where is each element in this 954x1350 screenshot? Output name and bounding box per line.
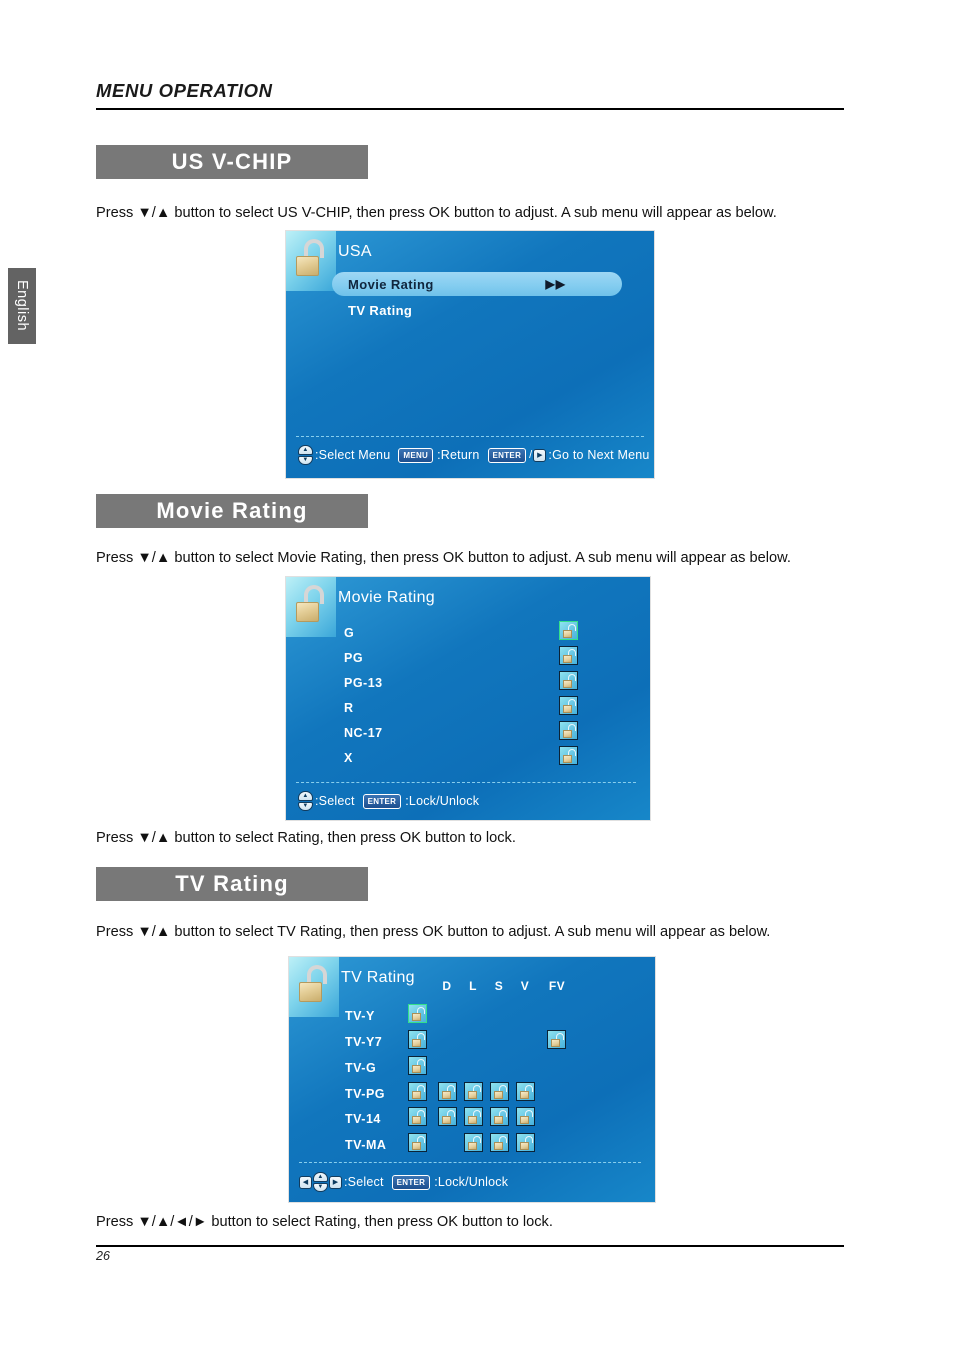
osd-panel-movie-rating: Movie Rating G PG PG-13 R NC-17 X ▲ ▼ :Se…	[286, 577, 650, 820]
column-header-l: L	[469, 979, 477, 993]
up-down-key-icon: ▲ ▼	[313, 1172, 328, 1192]
section-title-movie-rating: Movie Rating	[96, 494, 368, 528]
osd-footer-lock-label: :Lock/Unlock	[434, 1175, 509, 1189]
rating-label-pg: PG	[344, 651, 364, 665]
osd-footer-tv-rating: ◀ ▲ ▼ ▶ :Select ENTER :Lock/Unlock	[299, 1172, 514, 1192]
lock-toggle-tv-14-s[interactable]	[490, 1107, 509, 1126]
lock-toggle-tv-ma-l[interactable]	[464, 1133, 483, 1152]
page-content: MENU OPERATION US V-CHIP Press ▼/▲ butto…	[96, 0, 844, 1350]
paragraph-movie-rating-after: Press ▼/▲ button to select Rating, then …	[96, 830, 516, 846]
menu-key-icon[interactable]: MENU	[398, 447, 434, 463]
rating-label-tv-y7: TV-Y7	[345, 1035, 383, 1049]
rating-label-tv-14: TV-14	[345, 1112, 381, 1126]
paragraph-tv-rating: Press ▼/▲ button to select TV Rating, th…	[96, 924, 771, 940]
lock-toggle-tv-pg-v[interactable]	[516, 1082, 535, 1101]
osd-lock-panel	[286, 231, 336, 291]
open-padlock-icon	[295, 585, 327, 625]
enter-key-icon[interactable]: ENTER	[362, 793, 402, 809]
footer-rule	[96, 1245, 844, 1247]
column-header-d: D	[442, 979, 452, 993]
rating-label-pg13: PG-13	[344, 676, 383, 690]
osd-footer-movie-rating: ▲ ▼ :Select ENTER :Lock/Unlock	[298, 791, 485, 811]
rating-label-tv-pg: TV-PG	[345, 1087, 386, 1101]
section-title-label: Movie Rating	[156, 498, 308, 523]
osd-footer-select-label: :Select	[315, 794, 355, 808]
right-arrow-key-icon[interactable]: ▶	[533, 448, 547, 462]
lock-toggle-nc17[interactable]	[559, 721, 578, 740]
lock-toggle-tv-pg-l[interactable]	[464, 1082, 483, 1101]
section-title-us-vchip: US V-CHIP	[96, 145, 368, 179]
lock-toggle-tv-ma-s[interactable]	[490, 1133, 509, 1152]
osd-lock-panel	[289, 957, 339, 1017]
lock-toggle-tv-pg-s[interactable]	[490, 1082, 509, 1101]
lock-toggle-tv-14-base[interactable]	[408, 1107, 427, 1126]
lock-toggle-g[interactable]	[559, 621, 578, 640]
osd-footer-lock-label: :Lock/Unlock	[405, 794, 480, 808]
page-number: 26	[96, 1249, 110, 1263]
osd-divider	[299, 1162, 641, 1163]
paragraph-tv-rating-after: Press ▼/▲/◄/► button to select Rating, t…	[96, 1214, 553, 1230]
header-rule	[96, 108, 844, 110]
osd-title-usa: USA	[338, 243, 372, 260]
rating-label-tv-y: TV-Y	[345, 1009, 375, 1023]
open-padlock-icon	[295, 239, 327, 279]
lock-toggle-tv-14-v[interactable]	[516, 1107, 535, 1126]
manual-page: English MENU OPERATION US V-CHIP Press ▼…	[0, 0, 954, 1350]
column-header-v: V	[520, 979, 530, 993]
osd-divider	[296, 436, 644, 437]
enter-key-icon[interactable]: ENTER	[487, 447, 527, 463]
language-tab: English	[8, 268, 36, 344]
lock-toggle-tv-y7-base[interactable]	[408, 1030, 427, 1049]
column-header-s: S	[494, 979, 504, 993]
osd-menu-item-movie-rating[interactable]: Movie Rating ▶▶	[332, 272, 622, 296]
rating-label-x: X	[344, 751, 353, 765]
lock-toggle-pg[interactable]	[559, 646, 578, 665]
chevron-right-double-icon: ▶▶	[545, 277, 566, 291]
up-down-key-icon: ▲ ▼	[298, 791, 313, 811]
lock-toggle-tv-y-base[interactable]	[408, 1004, 427, 1023]
right-arrow-key-icon[interactable]: ▶	[329, 1175, 342, 1189]
rating-label-g: G	[344, 626, 355, 640]
up-down-key-icon: ▲ ▼	[298, 445, 313, 465]
rating-label-tv-ma: TV-MA	[345, 1138, 387, 1152]
language-tab-label: English	[14, 280, 30, 332]
osd-title-tv-rating: TV Rating	[341, 969, 415, 986]
osd-panel-tv-rating: TV Rating D L S V FV TV-Y TV-Y7 TV-G TV-…	[289, 957, 655, 1202]
left-arrow-key-icon[interactable]: ◀	[299, 1175, 312, 1189]
rating-label-tv-g: TV-G	[345, 1061, 377, 1075]
osd-footer-return-label: :Return	[437, 448, 480, 462]
open-padlock-icon	[298, 965, 330, 1005]
osd-divider	[296, 782, 636, 783]
osd-title-movie-rating: Movie Rating	[338, 589, 435, 606]
section-title-label: US V-CHIP	[171, 149, 293, 174]
lock-toggle-tv-14-l[interactable]	[464, 1107, 483, 1126]
osd-lock-panel	[286, 577, 336, 637]
lock-toggle-tv-ma-base[interactable]	[408, 1133, 427, 1152]
lock-toggle-tv-ma-v[interactable]	[516, 1133, 535, 1152]
lock-toggle-pg13[interactable]	[559, 671, 578, 690]
lock-toggle-tv-g-base[interactable]	[408, 1056, 427, 1075]
osd-footer-next-label: :Go to Next Menu	[548, 448, 650, 462]
osd-footer-select-label: :Select Menu	[315, 448, 391, 462]
osd-footer-select-label: :Select	[344, 1175, 384, 1189]
osd-footer-usa: ▲ ▼ :Select Menu MENU :Return ENTER / ▶ :…	[298, 445, 654, 465]
osd-panel-usa: USA Movie Rating ▶▶ TV Rating ▲ ▼ :Select…	[286, 231, 654, 478]
paragraph-us-vchip: Press ▼/▲ button to select US V-CHIP, th…	[96, 205, 777, 221]
running-head: MENU OPERATION	[96, 80, 273, 101]
osd-menu-item-tv-rating[interactable]: TV Rating	[348, 303, 412, 318]
lock-toggle-tv-pg-d[interactable]	[438, 1082, 457, 1101]
section-title-tv-rating: TV Rating	[96, 867, 368, 901]
lock-toggle-x[interactable]	[559, 746, 578, 765]
rating-label-nc17: NC-17	[344, 726, 383, 740]
lock-toggle-tv-y7-fv[interactable]	[547, 1030, 566, 1049]
enter-key-icon[interactable]: ENTER	[391, 1174, 431, 1190]
osd-menu-item-label: Movie Rating	[348, 276, 434, 292]
lock-toggle-tv-pg-base[interactable]	[408, 1082, 427, 1101]
section-title-label: TV Rating	[175, 871, 289, 896]
column-header-fv: FV	[548, 979, 566, 993]
lock-toggle-r[interactable]	[559, 696, 578, 715]
lock-toggle-tv-14-d[interactable]	[438, 1107, 457, 1126]
paragraph-movie-rating: Press ▼/▲ button to select Movie Rating,…	[96, 550, 791, 566]
rating-label-r: R	[344, 701, 354, 715]
